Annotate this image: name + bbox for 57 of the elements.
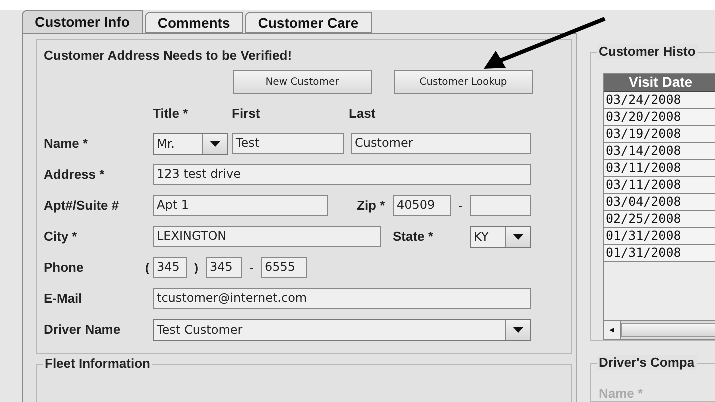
table-cell: 03/20/2008 — [604, 109, 715, 126]
table-cell: 03/14/2008 — [604, 143, 715, 160]
table-cell: 02/25/2008 — [604, 211, 715, 228]
separator-text: - — [248, 260, 254, 274]
field-label: Zip * — [357, 198, 386, 213]
field-label: Address * — [44, 167, 106, 182]
field-label: Driver Name — [44, 322, 122, 337]
scroll-thumb[interactable] — [621, 323, 715, 337]
table-cell: 03/04/2008 — [604, 194, 715, 211]
group-title: Fleet Information — [43, 356, 152, 371]
last-name-field[interactable]: Customer — [351, 133, 531, 154]
title-dropdown[interactable]: Mr. — [153, 132, 228, 154]
table-cell: 03/11/2008 — [604, 160, 715, 177]
first-name-field[interactable]: Test — [232, 133, 344, 154]
caret-icon — [512, 234, 524, 240]
field-label: City * — [44, 229, 78, 244]
group-title: Driver's Compa — [597, 355, 697, 370]
zip-extension-field[interactable] — [470, 195, 531, 216]
column-header[interactable]: Visit Date — [604, 74, 715, 92]
scroll-left-button[interactable]: ◂ — [604, 321, 621, 339]
address-field[interactable]: 123 test drive — [153, 164, 531, 185]
column-header: Last — [349, 106, 377, 120]
field-label: Apt#/Suite # — [44, 198, 120, 213]
group-title: Customer Histo — [597, 44, 698, 59]
column-header: First — [232, 106, 262, 120]
action-button[interactable]: New Customer — [233, 70, 372, 94]
parenthesis-text: ) — [194, 260, 200, 274]
table-cell: 03/24/2008 — [604, 92, 715, 109]
field-label: Phone — [44, 260, 85, 275]
field-label: Name * — [44, 136, 90, 151]
tab[interactable]: Comments — [144, 12, 244, 33]
table-cell: 03/19/2008 — [604, 126, 715, 143]
column-header: Title * — [153, 106, 190, 120]
table-cell: 03/11/2008 — [604, 177, 715, 194]
field-label: Name * — [599, 386, 644, 401]
table-cell: 01/31/2008 — [604, 245, 715, 262]
separator-text: - — [458, 198, 464, 212]
area-code-field[interactable]: 345 — [153, 257, 187, 278]
parenthesis-text: ( — [144, 260, 150, 274]
field-label: E-Mail — [44, 291, 84, 306]
state-dropdown[interactable]: KY — [470, 226, 531, 248]
tab[interactable]: Customer Care — [245, 12, 372, 33]
city-field[interactable]: LEXINGTON — [153, 226, 381, 247]
caret-icon — [512, 326, 524, 332]
driver-dropdown[interactable]: Test Customer — [153, 318, 531, 340]
table-cell: 01/31/2008 — [604, 228, 715, 245]
field-label: State * — [393, 229, 434, 244]
action-button[interactable]: Customer Lookup — [394, 70, 533, 94]
caret-icon — [210, 140, 220, 146]
phone-prefix-field[interactable]: 345 — [206, 257, 242, 278]
apt-field[interactable]: Apt 1 — [153, 195, 328, 216]
zip-field[interactable]: 40509 — [393, 195, 451, 216]
phone-line-field[interactable]: 6555 — [261, 257, 307, 278]
section-heading: Customer Address Needs to be Verified! — [44, 47, 294, 65]
horizontal-scrollbar[interactable]: ◂ — [604, 320, 715, 339]
tab[interactable]: Customer Info — [22, 10, 143, 33]
email-field[interactable]: tcustomer@internet.com — [153, 288, 531, 309]
